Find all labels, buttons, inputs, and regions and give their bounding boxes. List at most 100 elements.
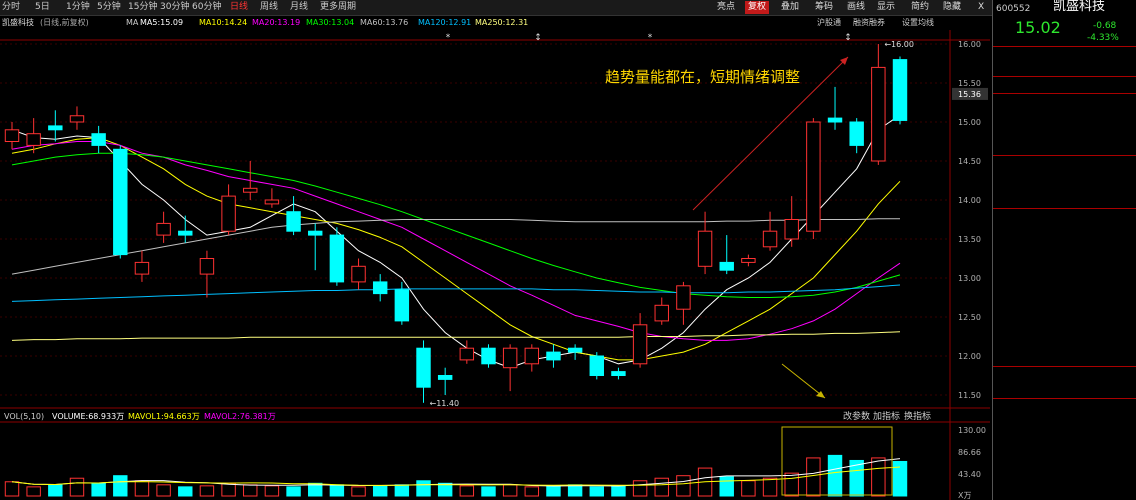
toolbar-button-6[interactable]: 简约 xyxy=(908,1,932,14)
volume-bar[interactable] xyxy=(611,485,626,497)
volume-bar[interactable] xyxy=(481,486,496,497)
event-marker[interactable]: ↕ xyxy=(534,33,542,43)
candle[interactable] xyxy=(91,133,106,146)
candle[interactable] xyxy=(178,230,193,236)
volume-bar[interactable] xyxy=(178,486,193,497)
candle[interactable] xyxy=(654,304,669,322)
volume-bar[interactable] xyxy=(827,454,843,497)
toolbar-button-1[interactable]: 复权 xyxy=(745,1,770,14)
candle[interactable] xyxy=(849,121,864,146)
period-tab-10[interactable]: 更多周期 xyxy=(320,1,356,14)
event-marker[interactable]: ↕ xyxy=(844,33,852,43)
volume-bar[interactable] xyxy=(632,480,648,497)
candle[interactable] xyxy=(308,230,323,236)
candle[interactable] xyxy=(286,211,301,232)
candle[interactable] xyxy=(589,355,604,376)
candle[interactable] xyxy=(784,219,799,240)
volume-bar[interactable] xyxy=(243,484,258,497)
volume-bar[interactable] xyxy=(26,486,41,497)
candle[interactable] xyxy=(676,285,691,310)
candle[interactable] xyxy=(437,375,453,380)
volume-bar[interactable] xyxy=(394,484,410,497)
volume-bar[interactable] xyxy=(69,477,85,497)
volume-bar[interactable] xyxy=(156,484,171,497)
volume-bar[interactable] xyxy=(459,485,475,497)
volume-bar[interactable] xyxy=(91,482,106,497)
volume-bar[interactable] xyxy=(741,480,756,497)
vol-link-2[interactable]: 换指标 xyxy=(904,410,931,422)
candle[interactable] xyxy=(394,289,410,322)
kline-chart[interactable]: 16.00 15.50 15.00 14.50 14.00 13.50 13.00 12.50… xyxy=(0,30,990,500)
candle[interactable] xyxy=(719,261,734,271)
candle[interactable] xyxy=(827,117,843,123)
candle[interactable] xyxy=(221,195,236,232)
toolbar-button-7[interactable]: 隐藏 xyxy=(940,1,964,14)
candle[interactable] xyxy=(156,222,171,236)
toolbar-button-5[interactable]: 显示 xyxy=(874,1,898,14)
candle[interactable] xyxy=(48,125,63,131)
candle[interactable] xyxy=(134,261,150,275)
volume-bar[interactable] xyxy=(654,477,669,497)
volume-bar[interactable] xyxy=(676,475,691,497)
close-icon[interactable]: X xyxy=(975,1,987,14)
period-tab-6[interactable]: 60分钟 xyxy=(192,1,221,14)
volume-bar[interactable] xyxy=(719,476,734,497)
candle[interactable] xyxy=(372,281,388,295)
volume-bar[interactable] xyxy=(134,480,150,497)
info-link-2[interactable]: 设置均线 xyxy=(902,16,934,30)
volume-bar[interactable] xyxy=(286,486,301,497)
candle[interactable] xyxy=(741,258,756,263)
volume-bar[interactable] xyxy=(892,460,908,497)
volume-bar[interactable] xyxy=(372,485,388,497)
volume-bar[interactable] xyxy=(762,477,778,497)
period-tab-5[interactable]: 30分钟 xyxy=(160,1,189,14)
period-tab-2[interactable]: 1分钟 xyxy=(66,1,90,14)
period-tab-3[interactable]: 5分钟 xyxy=(97,1,121,14)
candle[interactable] xyxy=(459,347,475,361)
candle[interactable] xyxy=(264,199,280,205)
info-link-1[interactable]: 融资融券 xyxy=(853,16,885,30)
toolbar-button-2[interactable]: 叠加 xyxy=(778,1,802,14)
candle[interactable] xyxy=(632,324,648,365)
candle[interactable] xyxy=(611,371,626,377)
period-tab-4[interactable]: 15分钟 xyxy=(128,1,157,14)
vol-link-0[interactable]: 改参数 xyxy=(843,410,870,422)
volume-bar[interactable] xyxy=(329,484,345,497)
toolbar-button-3[interactable]: 筹码 xyxy=(812,1,836,14)
period-tab-0[interactable]: 分时 xyxy=(2,1,20,14)
candle[interactable] xyxy=(26,133,41,146)
volume-bar[interactable] xyxy=(524,486,540,497)
candle[interactable] xyxy=(806,121,821,232)
volume-bar[interactable] xyxy=(784,472,799,497)
volume-bar[interactable] xyxy=(567,484,583,497)
candle[interactable] xyxy=(329,234,345,283)
event-marker[interactable]: * xyxy=(446,33,451,43)
candle[interactable] xyxy=(416,347,431,388)
period-tab-1[interactable]: 5日 xyxy=(35,1,50,14)
candle[interactable] xyxy=(481,347,496,365)
candle[interactable] xyxy=(113,148,128,256)
volume-bar[interactable] xyxy=(871,457,886,497)
candle[interactable] xyxy=(892,59,908,121)
candle[interactable] xyxy=(4,129,20,143)
toolbar-button-4[interactable]: 画线 xyxy=(844,1,868,14)
candle[interactable] xyxy=(762,230,778,248)
candle[interactable] xyxy=(546,351,561,361)
period-tab-9[interactable]: 月线 xyxy=(290,1,308,14)
volume-bar[interactable] xyxy=(113,475,128,497)
period-tab-8[interactable]: 周线 xyxy=(260,1,278,14)
volume-bar[interactable] xyxy=(416,480,431,497)
info-link-0[interactable]: 沪股通 xyxy=(817,16,841,30)
volume-bar[interactable] xyxy=(48,484,63,497)
candle[interactable] xyxy=(243,187,258,193)
candle[interactable] xyxy=(871,66,886,162)
period-tab-7[interactable]: 日线 xyxy=(230,1,248,14)
volume-bar[interactable] xyxy=(4,481,20,497)
vol-link-1[interactable]: 加指标 xyxy=(873,410,900,422)
event-marker[interactable]: * xyxy=(648,33,653,43)
candle[interactable] xyxy=(199,258,215,275)
toolbar-button-0[interactable]: 亮点 xyxy=(714,1,738,14)
candle[interactable] xyxy=(502,347,518,369)
candle[interactable] xyxy=(524,347,540,365)
volume-bar[interactable] xyxy=(199,485,215,497)
